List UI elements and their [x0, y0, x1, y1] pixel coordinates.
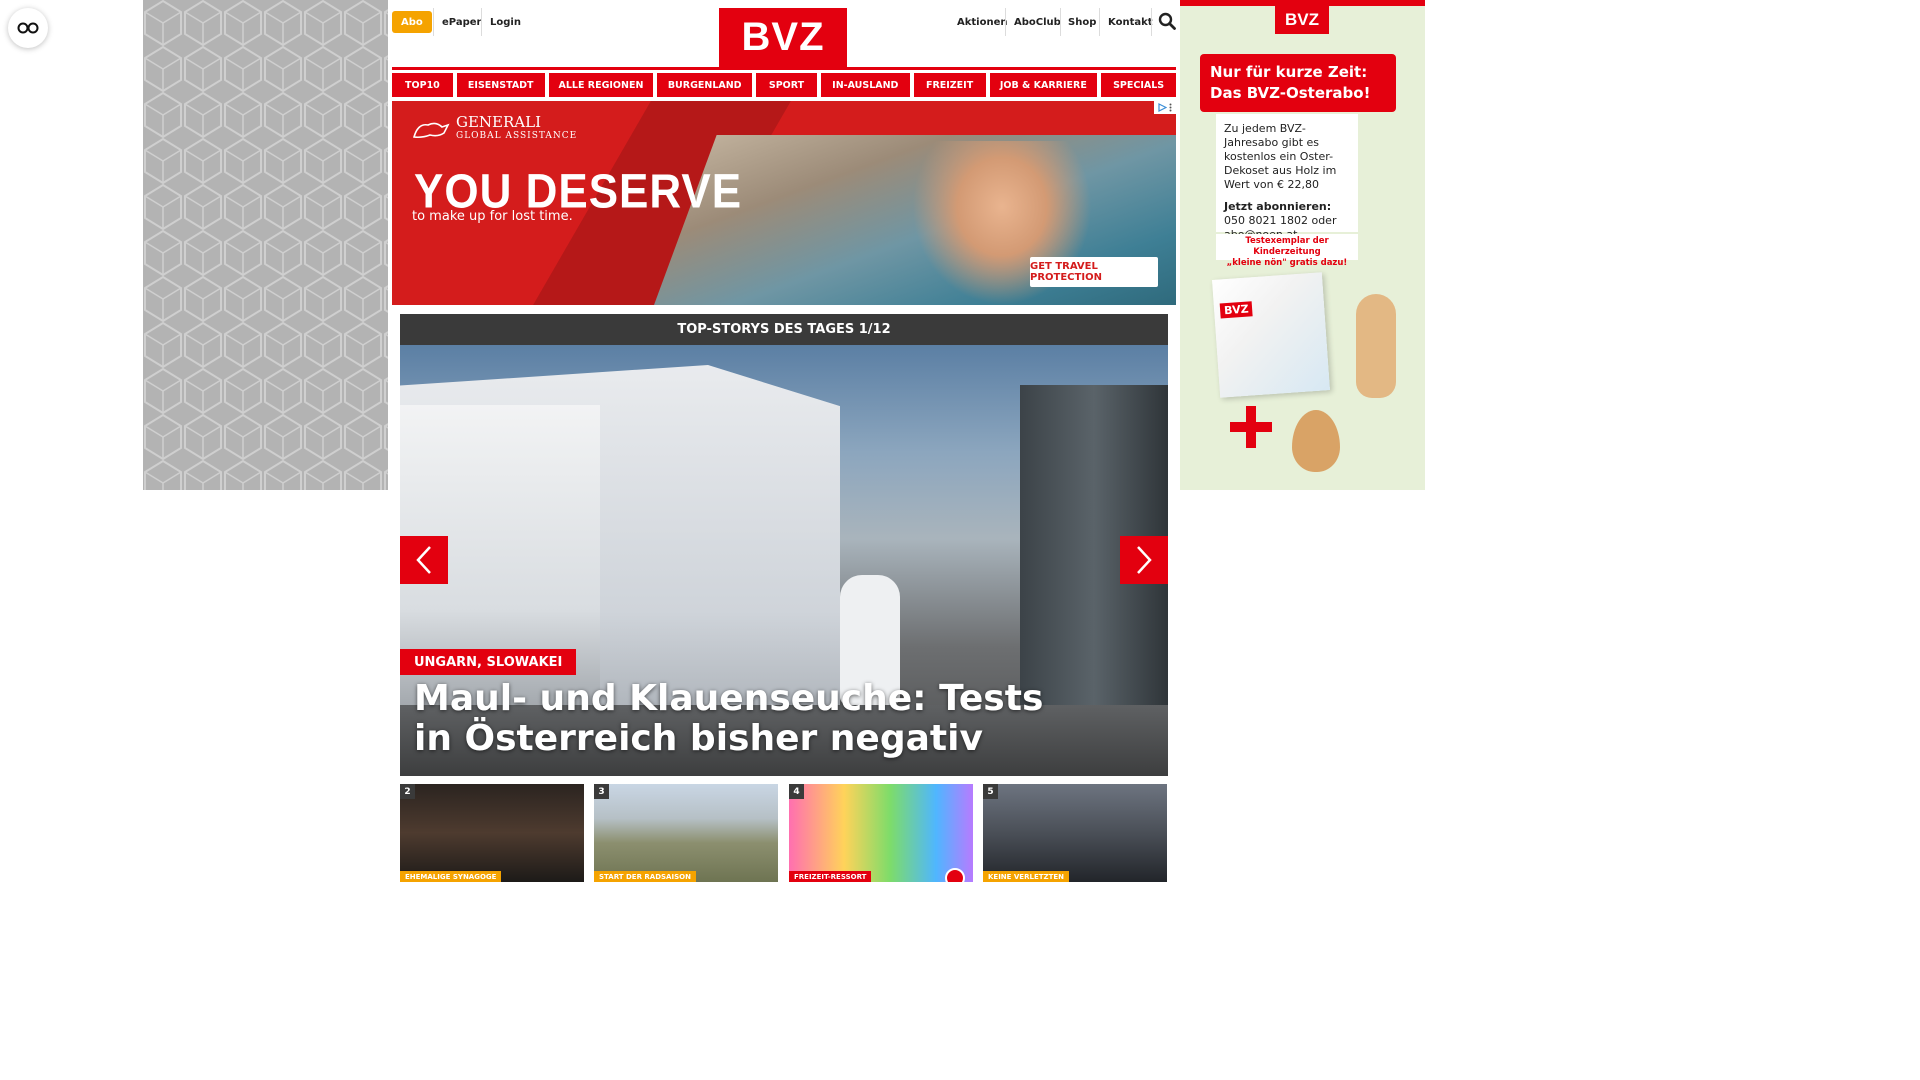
aboclub-link[interactable]: AboClub [1014, 10, 1061, 34]
carousel-prev-button[interactable] [400, 536, 448, 584]
kontakt-link[interactable]: Kontakt [1108, 10, 1153, 34]
banner-tagline: to make up for lost time. [412, 209, 573, 224]
magazine-label: BVZ [1219, 301, 1254, 319]
plus-icon [1230, 406, 1272, 448]
nav-item-freizeit[interactable]: FREIZEIT [913, 73, 986, 97]
generali-banner-ad[interactable]: GENERALI GLOBAL ASSISTANCE YOU DESERVE t… [392, 101, 1176, 305]
story-tag[interactable]: UNGARN, SLOWAKEI [400, 649, 577, 675]
promo-body: Zu jedem BVZ-Jahresabo gibt es kostenlos… [1224, 122, 1337, 191]
header-divider-line [392, 67, 1176, 70]
divider [1005, 8, 1006, 36]
chevron-right-icon [1137, 546, 1152, 574]
nav-item-sport[interactable]: SPORT [756, 73, 817, 97]
divider [481, 8, 482, 36]
main-navigation: TOP10 EISENSTADT ALLE REGIONEN BURGENLAN… [392, 73, 1177, 97]
glasses-icon [17, 22, 39, 34]
easter-egg-image [1292, 410, 1340, 472]
accessibility-toggle-button[interactable] [8, 8, 48, 48]
nav-item-alle-regionen[interactable]: ALLE REGIONEN [548, 73, 654, 97]
promo-kinder-line1: Testexemplar der Kinderzeitung [1245, 236, 1329, 257]
story-thumbnail[interactable]: 3 START DER RADSAISON [594, 784, 778, 882]
promo-kinderzeitung: Testexemplar der Kinderzeitung „kleine n… [1216, 234, 1358, 268]
search-icon[interactable] [1158, 12, 1176, 30]
shop-link[interactable]: Shop [1068, 10, 1096, 34]
hexagon-pattern [143, 0, 388, 490]
site-header: Abo ePaper Login BVZ Aktionen AboClub Sh… [392, 0, 1177, 100]
get-travel-protection-button[interactable]: GET TRAVEL PROTECTION [1030, 257, 1158, 287]
promo-headline: Nur für kurze Zeit: Das BVZ-Osterabo! [1200, 54, 1396, 112]
camera-icon [945, 868, 965, 882]
login-link[interactable]: Login [490, 10, 521, 34]
carousel-next-button[interactable] [1120, 536, 1168, 584]
generali-logo: GENERALI GLOBAL ASSISTANCE [412, 115, 577, 143]
top-stories-carousel[interactable]: UNGARN, SLOWAKEI Maul- und Klauenseuche:… [400, 345, 1168, 776]
story-title[interactable]: Maul- und Klauenseuche: Tests in Österre… [414, 679, 1074, 759]
nav-item-burgenland[interactable]: BURGENLAND [657, 73, 753, 97]
divider [1151, 8, 1152, 36]
divider [1099, 8, 1100, 36]
nav-item-specials[interactable]: SPECIALS [1101, 73, 1177, 97]
easter-bunny-image [1356, 294, 1396, 398]
epaper-link[interactable]: ePaper [442, 10, 481, 34]
thumbnail-tag: START DER RADSAISON [594, 871, 696, 882]
divider [433, 8, 434, 36]
nav-item-in-ausland[interactable]: IN-AUSLAND [820, 73, 910, 97]
divider [1060, 8, 1061, 36]
thumbnail-tag: EHEMALIGE SYNAGOGE [400, 871, 502, 882]
lion-icon [412, 122, 450, 139]
thumbnail-number: 3 [594, 784, 609, 799]
promo-headline-line2: Das BVZ-Osterabo! [1210, 84, 1371, 102]
aktionen-link[interactable]: Aktionen [957, 10, 1008, 34]
thumbnail-tag: FREIZEIT-RESSORT [789, 871, 872, 882]
nav-item-job-karriere[interactable]: JOB & KARRIERE [989, 73, 1098, 97]
bvz-ad-logo: BVZ [1275, 6, 1329, 34]
generali-brand-sub: GLOBAL ASSISTANCE [456, 131, 578, 141]
magazine-image: BVZ [1212, 272, 1330, 398]
adchoices-icon[interactable] [1154, 101, 1176, 114]
thumbnail-number: 4 [789, 784, 804, 799]
promo-cta-title: Jetzt abonnieren: [1224, 200, 1332, 213]
thumbnail-number: 2 [400, 784, 415, 799]
promo-text-box: Zu jedem BVZ-Jahresabo gibt es kostenlos… [1216, 114, 1358, 241]
thumbnail-tag: KEINE VERLETZTEN [983, 871, 1069, 882]
abo-button[interactable]: Abo [392, 11, 432, 33]
promo-kinder-line2: „kleine nön" gratis dazu! [1226, 258, 1348, 268]
right-skyscraper-ad[interactable]: BVZ Nur für kurze Zeit: Das BVZ-Osterabo… [1180, 0, 1425, 490]
bvz-logo[interactable]: BVZ [719, 8, 847, 67]
thumbnail-number: 5 [983, 784, 998, 799]
story-thumbnail[interactable]: 2 EHEMALIGE SYNAGOGE [400, 784, 584, 882]
nav-item-eisenstadt[interactable]: EISENSTADT [456, 73, 545, 97]
story-thumbnails: 2 EHEMALIGE SYNAGOGE 3 START DER RADSAIS… [400, 784, 1168, 882]
story-thumbnail[interactable]: 4 FREIZEIT-RESSORT [789, 784, 973, 882]
top-stories-heading: TOP-STORYS DES TAGES 1/12 [400, 314, 1168, 345]
story-thumbnail[interactable]: 5 KEINE VERLETZTEN [983, 784, 1167, 882]
left-skyscraper-ad[interactable] [143, 0, 388, 490]
nav-item-top10[interactable]: TOP10 [392, 73, 453, 97]
chevron-left-icon [416, 546, 431, 574]
promo-headline-line1: Nur für kurze Zeit: [1210, 63, 1368, 81]
